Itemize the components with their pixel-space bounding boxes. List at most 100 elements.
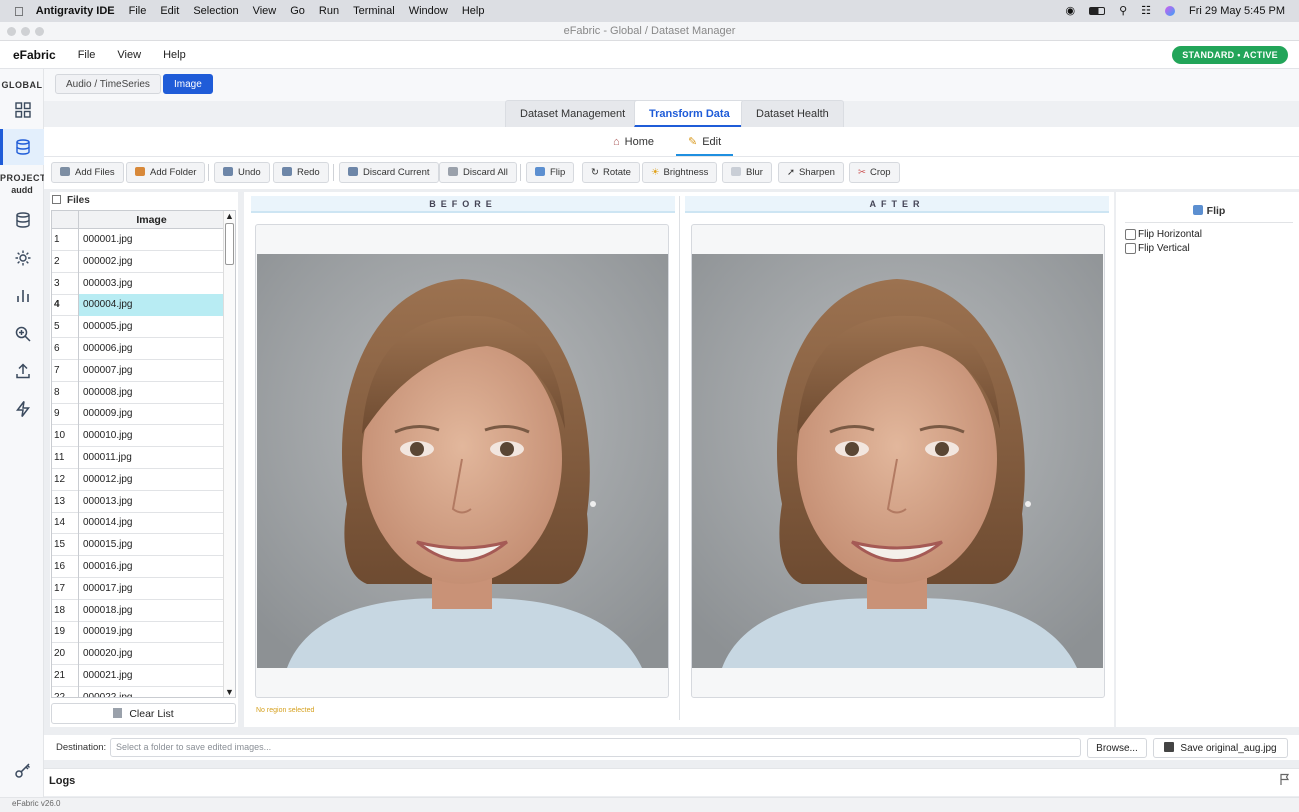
project-database-icon[interactable]: [14, 211, 32, 229]
zoom-search-icon[interactable]: [14, 325, 32, 343]
flip-horizontal-box[interactable]: [1125, 229, 1136, 240]
bar-chart-icon[interactable]: [14, 287, 32, 305]
tab-transform-data[interactable]: Transform Data: [634, 100, 745, 127]
tab-dataset-management[interactable]: Dataset Management: [505, 100, 641, 127]
file-name-cell[interactable]: 000020.jpg: [78, 643, 224, 666]
table-row[interactable]: 21 000021.jpg: [52, 665, 224, 687]
discard-current-button[interactable]: Discard Current: [339, 162, 439, 183]
table-row[interactable]: 4 000004.jpg: [52, 294, 224, 317]
window-zoom-button[interactable]: [35, 27, 44, 36]
before-image[interactable]: [257, 254, 668, 668]
table-row[interactable]: 2 000002.jpg: [52, 250, 224, 273]
table-row[interactable]: 9 000009.jpg: [52, 403, 224, 426]
scroll-thumb[interactable]: [225, 223, 234, 265]
lightning-icon[interactable]: [14, 400, 32, 418]
type-tab-image[interactable]: Image: [163, 74, 213, 94]
undo-button[interactable]: Undo: [214, 162, 270, 183]
grid-icon[interactable]: [14, 101, 32, 119]
menu-go[interactable]: Go: [290, 5, 305, 17]
spotlight-search-icon[interactable]: ⚲: [1119, 4, 1127, 17]
menu-window[interactable]: Window: [409, 5, 448, 17]
app-menu-file[interactable]: File: [78, 49, 96, 61]
settings-sun-icon[interactable]: [14, 249, 32, 267]
app-menu-name[interactable]: Antigravity IDE: [36, 5, 115, 17]
scroll-up-arrow[interactable]: ▲: [225, 211, 234, 221]
scroll-down-arrow[interactable]: ▼: [225, 687, 234, 697]
crop-button[interactable]: ✂ Crop: [849, 162, 900, 183]
key-icon[interactable]: [14, 761, 32, 779]
menu-selection[interactable]: Selection: [193, 5, 238, 17]
flip-button[interactable]: Flip: [526, 162, 575, 183]
file-name-cell[interactable]: 000005.jpg: [78, 316, 224, 339]
apple-icon[interactable]: : [14, 4, 24, 19]
table-row[interactable]: 6 000006.jpg: [52, 338, 224, 360]
add-files-button[interactable]: Add Files: [51, 162, 124, 183]
wifi-icon[interactable]: ◉: [1065, 4, 1075, 17]
upload-icon[interactable]: [14, 362, 32, 380]
menu-help[interactable]: Help: [462, 5, 485, 17]
file-name-cell[interactable]: 000001.jpg: [78, 229, 224, 251]
file-name-cell[interactable]: 000014.jpg: [78, 512, 224, 535]
table-row[interactable]: 22 000022.jpg: [52, 686, 224, 697]
file-table[interactable]: Image 1 000001.jpg 2 000002.jpg 3 000003.jpg 4…: [51, 210, 236, 698]
menu-run[interactable]: Run: [319, 5, 339, 17]
table-row[interactable]: 17 000017.jpg: [52, 577, 224, 600]
file-name-cell[interactable]: 000022.jpg: [78, 686, 224, 697]
app-menu-view[interactable]: View: [117, 49, 141, 61]
file-name-cell[interactable]: 000012.jpg: [78, 468, 224, 491]
table-row[interactable]: 1 000001.jpg: [52, 229, 224, 251]
table-row[interactable]: 19 000019.jpg: [52, 621, 224, 644]
clear-list-button[interactable]: Clear List: [51, 703, 236, 724]
file-name-cell[interactable]: 000016.jpg: [78, 556, 224, 578]
browse-button[interactable]: Browse...: [1087, 738, 1147, 758]
table-row[interactable]: 18 000018.jpg: [52, 599, 224, 622]
file-name-cell[interactable]: 000009.jpg: [78, 403, 224, 426]
menu-edit[interactable]: Edit: [160, 5, 179, 17]
table-row[interactable]: 3 000003.jpg: [52, 272, 224, 295]
redo-button[interactable]: Redo: [273, 162, 329, 183]
menu-view[interactable]: View: [253, 5, 277, 17]
table-row[interactable]: 7 000007.jpg: [52, 359, 224, 382]
window-minimize-button[interactable]: [21, 27, 30, 36]
table-row[interactable]: 10 000010.jpg: [52, 425, 224, 448]
app-menu-help[interactable]: Help: [163, 49, 186, 61]
viewer-splitter[interactable]: [679, 196, 680, 720]
menu-file[interactable]: File: [129, 5, 147, 17]
table-row[interactable]: 11 000011.jpg: [52, 447, 224, 469]
flag-icon[interactable]: [1279, 773, 1291, 786]
table-row[interactable]: 5 000005.jpg: [52, 316, 224, 339]
column-header-image[interactable]: Image: [78, 211, 224, 229]
table-row[interactable]: 13 000013.jpg: [52, 490, 224, 513]
file-name-cell[interactable]: 000007.jpg: [78, 359, 224, 382]
flip-horizontal-checkbox[interactable]: Flip Horizontal: [1125, 229, 1202, 240]
sharpen-button[interactable]: ➚ Sharpen: [778, 162, 844, 183]
after-image[interactable]: [692, 254, 1103, 668]
discard-all-button[interactable]: Discard All: [439, 162, 517, 183]
file-name-cell[interactable]: 000002.jpg: [78, 250, 224, 273]
table-row[interactable]: 20 000020.jpg: [52, 643, 224, 666]
file-name-cell[interactable]: 000006.jpg: [78, 338, 224, 360]
brightness-button[interactable]: ☀ Brightness: [642, 162, 718, 183]
file-list-scrollbar[interactable]: ▲ ▼: [223, 211, 235, 697]
destination-input[interactable]: Select a folder to save edited images...: [110, 738, 1081, 757]
add-folder-button[interactable]: Add Folder: [126, 162, 206, 183]
siri-icon[interactable]: [1165, 5, 1176, 16]
file-name-cell[interactable]: 000010.jpg: [78, 425, 224, 448]
file-name-cell[interactable]: 000018.jpg: [78, 599, 224, 622]
file-name-cell[interactable]: 000004.jpg: [78, 294, 224, 317]
control-center-icon[interactable]: ☷: [1141, 4, 1151, 17]
tab-dataset-health[interactable]: Dataset Health: [741, 100, 844, 127]
window-close-button[interactable]: [7, 27, 16, 36]
file-name-cell[interactable]: 000015.jpg: [78, 534, 224, 557]
file-name-cell[interactable]: 000021.jpg: [78, 665, 224, 687]
menubar-clock[interactable]: Fri 29 May 5:45 PM: [1189, 5, 1285, 17]
file-name-cell[interactable]: 000019.jpg: [78, 621, 224, 644]
file-name-cell[interactable]: 000013.jpg: [78, 490, 224, 513]
subtab-edit[interactable]: ✎ Edit: [676, 132, 734, 156]
table-row[interactable]: 15 000015.jpg: [52, 534, 224, 557]
menu-terminal[interactable]: Terminal: [353, 5, 395, 17]
file-name-cell[interactable]: 000017.jpg: [78, 577, 224, 600]
database-icon[interactable]: [14, 138, 32, 156]
table-row[interactable]: 16 000016.jpg: [52, 556, 224, 578]
sidebar-project-name[interactable]: audd: [0, 185, 44, 195]
